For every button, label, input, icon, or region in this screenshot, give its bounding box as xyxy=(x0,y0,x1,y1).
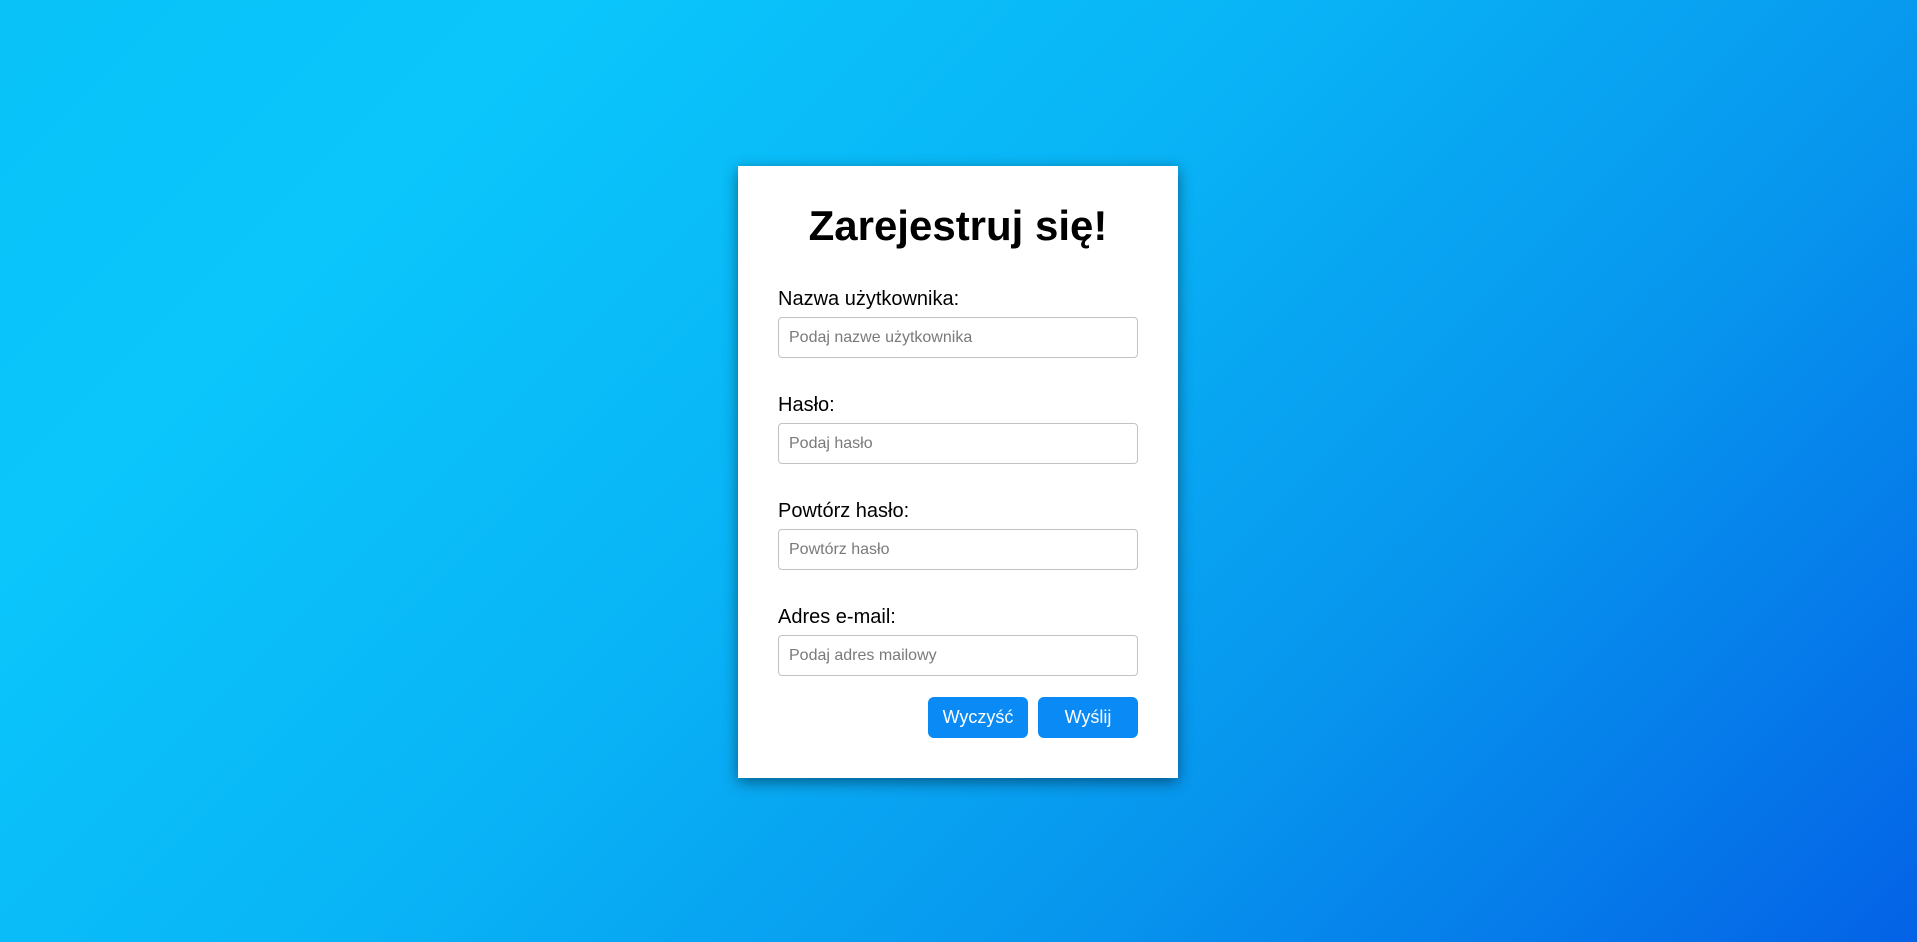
repeat-password-input[interactable] xyxy=(778,529,1138,570)
registration-card: Zarejestruj się! Nazwa użytkownika: Hasł… xyxy=(738,166,1178,778)
repeat-password-label: Powtórz hasło: xyxy=(778,500,910,522)
clear-button[interactable]: Wyczyść xyxy=(928,697,1028,738)
username-input[interactable] xyxy=(778,317,1138,358)
username-label: Nazwa użytkownika: xyxy=(778,288,960,310)
form-actions: Wyczyść Wyślij xyxy=(928,697,1138,738)
email-field-group: Adres e-mail: xyxy=(778,605,1138,676)
username-field-group: Nazwa użytkownika: xyxy=(778,287,1138,358)
password-label: Hasło: xyxy=(778,394,835,416)
submit-button[interactable]: Wyślij xyxy=(1038,697,1138,738)
form-title: Zarejestruj się! xyxy=(808,202,1108,249)
password-input[interactable] xyxy=(778,423,1138,464)
email-label: Adres e-mail: xyxy=(778,606,896,628)
email-input[interactable] xyxy=(778,635,1138,676)
repeat-password-field-group: Powtórz hasło: xyxy=(778,499,1138,570)
password-field-group: Hasło: xyxy=(778,393,1138,464)
